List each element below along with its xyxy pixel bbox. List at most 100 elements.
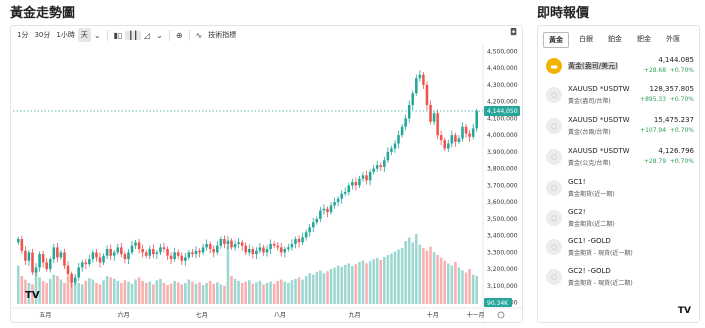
quote-row[interactable]: ◌ XAUUSD *USDTWD 黃金(台兩/台幣) 15,475.237 +107.9… <box>546 114 694 140</box>
quote-row[interactable]: ◌ GC2! -GOLD 黃金期貨 - 現貨(近二期) <box>546 265 694 291</box>
candle-body <box>272 244 276 246</box>
quote-symbol[interactable]: GC1! <box>568 178 630 186</box>
volume-bar <box>365 263 368 304</box>
volume-bar <box>265 283 269 304</box>
volume-bar <box>141 280 144 304</box>
volume-bar <box>48 278 52 304</box>
candle-body <box>439 135 443 141</box>
volume-bar <box>475 276 478 304</box>
quote-row[interactable]: ◌ XAUUSD *USDTWD/黃金(公克/台幣) 4,126.796 +28.79… <box>546 145 694 171</box>
candle-body <box>17 238 20 243</box>
quote-symbol[interactable]: XAUUSD *USDTWD <box>568 85 630 93</box>
toolbar-divider <box>168 29 170 41</box>
volume-bar <box>251 283 255 304</box>
quote-row[interactable]: ▬ 黃金(盎司/美元) 4,144.085 +28.68 +0.70% <box>546 54 694 80</box>
candle-body <box>315 218 319 223</box>
volume-bar <box>219 284 223 304</box>
interval-1m[interactable]: 1分 <box>14 28 31 42</box>
x-tick-label: 九月 <box>349 311 361 319</box>
candle-body <box>105 249 109 256</box>
volume-bar <box>333 267 336 304</box>
candle-body <box>425 84 429 105</box>
volume-bar <box>166 285 169 304</box>
candle-body <box>166 249 169 256</box>
candle-body <box>311 222 315 228</box>
candle-body <box>208 244 212 250</box>
candle-body <box>187 252 191 258</box>
volume-bar <box>379 259 383 304</box>
volume-bar <box>123 280 127 304</box>
chevron-down-icon[interactable]: ⌄ <box>91 31 104 40</box>
volume-bar <box>169 283 173 304</box>
volume-bar <box>425 250 429 304</box>
candle-body <box>31 252 34 273</box>
tradingview-logo-icon[interactable]: 𝗧𝗩 <box>678 306 691 316</box>
interval-1d[interactable]: 天 <box>77 28 91 42</box>
chevron-down-icon[interactable]: ⌄ <box>153 31 166 40</box>
volume-bar <box>20 276 24 304</box>
candle-body <box>198 250 201 253</box>
candle-body <box>80 262 84 268</box>
tab-platinum[interactable]: 鉑金 <box>603 32 627 48</box>
interval-30m[interactable]: 30分 <box>31 28 53 42</box>
candle-body <box>375 165 379 169</box>
quote-symbol[interactable]: XAUUSD *USDTWD <box>568 116 630 124</box>
volume-bar <box>450 265 454 304</box>
candle-body <box>180 255 184 261</box>
candle-body <box>379 165 383 167</box>
quote-row[interactable]: ◌ GC2! 黃金期貨(近二期) <box>546 206 694 232</box>
volume-bar <box>237 280 240 304</box>
volume-bar <box>422 248 425 304</box>
tab-gold[interactable]: 黃金 <box>543 32 569 48</box>
volume-bar <box>187 279 191 304</box>
volume-bar <box>279 279 283 304</box>
y-tick-label: 4,100,000 <box>487 115 518 122</box>
candle-body <box>148 249 152 256</box>
candle-body <box>116 247 120 253</box>
price-chart[interactable]: 4,500,000 4,400,000 4,300,000 4,200,000 4,10… <box>11 44 522 322</box>
volume-bar <box>411 242 415 304</box>
tab-silver[interactable]: 白銀 <box>574 32 598 48</box>
y-tick-label: 3,400,000 <box>487 233 518 240</box>
add-compare-icon[interactable]: ⊕ <box>173 31 186 40</box>
tab-palladium[interactable]: 鈀金 <box>632 32 656 48</box>
quote-name-text: 黃金期貨(近二期) <box>568 221 615 228</box>
volume-bar <box>297 277 301 304</box>
indicators-icon[interactable]: ∿ <box>193 31 206 40</box>
quote-row[interactable]: ◌ XAUUSD *USDTWD 黃金(盎司/台幣) 128,357.805 +895.… <box>546 83 694 109</box>
volume-label: 90.34K <box>487 300 509 307</box>
candle-body <box>368 171 372 181</box>
volume-bar <box>461 270 464 304</box>
area-chart-icon[interactable]: ◿ <box>141 31 153 40</box>
x-tick-label: 十一月 <box>466 311 484 319</box>
candle-body <box>418 74 422 79</box>
candle-body <box>322 208 326 211</box>
volume-bar <box>45 283 48 304</box>
volume-bar <box>244 281 247 304</box>
quote-change: +107.94 +0.70% <box>640 127 694 134</box>
candle-body <box>112 252 116 256</box>
tab-forex[interactable]: 外匯 <box>661 32 685 48</box>
candlestick-icon[interactable]: ┃┃ <box>125 30 142 40</box>
camera-icon[interactable]: ◘ <box>510 28 517 38</box>
candle-body <box>52 247 56 260</box>
quote-symbol[interactable]: XAUUSD *USDTWD/ <box>568 147 630 155</box>
volume-bar <box>248 280 251 304</box>
candle-body <box>383 160 386 167</box>
bar-chart-icon[interactable]: ▮▯ <box>111 31 126 40</box>
indicators-button[interactable]: 技術指標 <box>205 28 239 42</box>
y-tick-label: 3,700,000 <box>487 182 518 189</box>
candle-body <box>248 249 251 253</box>
interval-1h[interactable]: 1小時 <box>53 28 77 42</box>
quote-tabs: 黃金 白銀 鉑金 鈀金 外匯 <box>538 26 699 48</box>
settings-icon[interactable] <box>497 311 505 319</box>
quote-symbol[interactable]: GC2! <box>568 208 630 216</box>
volume-bar <box>144 283 148 304</box>
quote-row[interactable]: ◌ GC1! 黃金期貨(近一期) <box>546 176 694 202</box>
volume-bar <box>63 283 66 304</box>
y-tick-label: 3,300,000 <box>487 249 518 256</box>
quote-symbol[interactable]: GC1! -GOLD <box>568 237 630 245</box>
candle-body <box>415 78 418 94</box>
quote-row[interactable]: ◌ GC1! -GOLD 黃金期貨 - 現貨(近一期) <box>546 235 694 261</box>
quote-symbol[interactable]: GC2! -GOLD <box>568 267 630 275</box>
